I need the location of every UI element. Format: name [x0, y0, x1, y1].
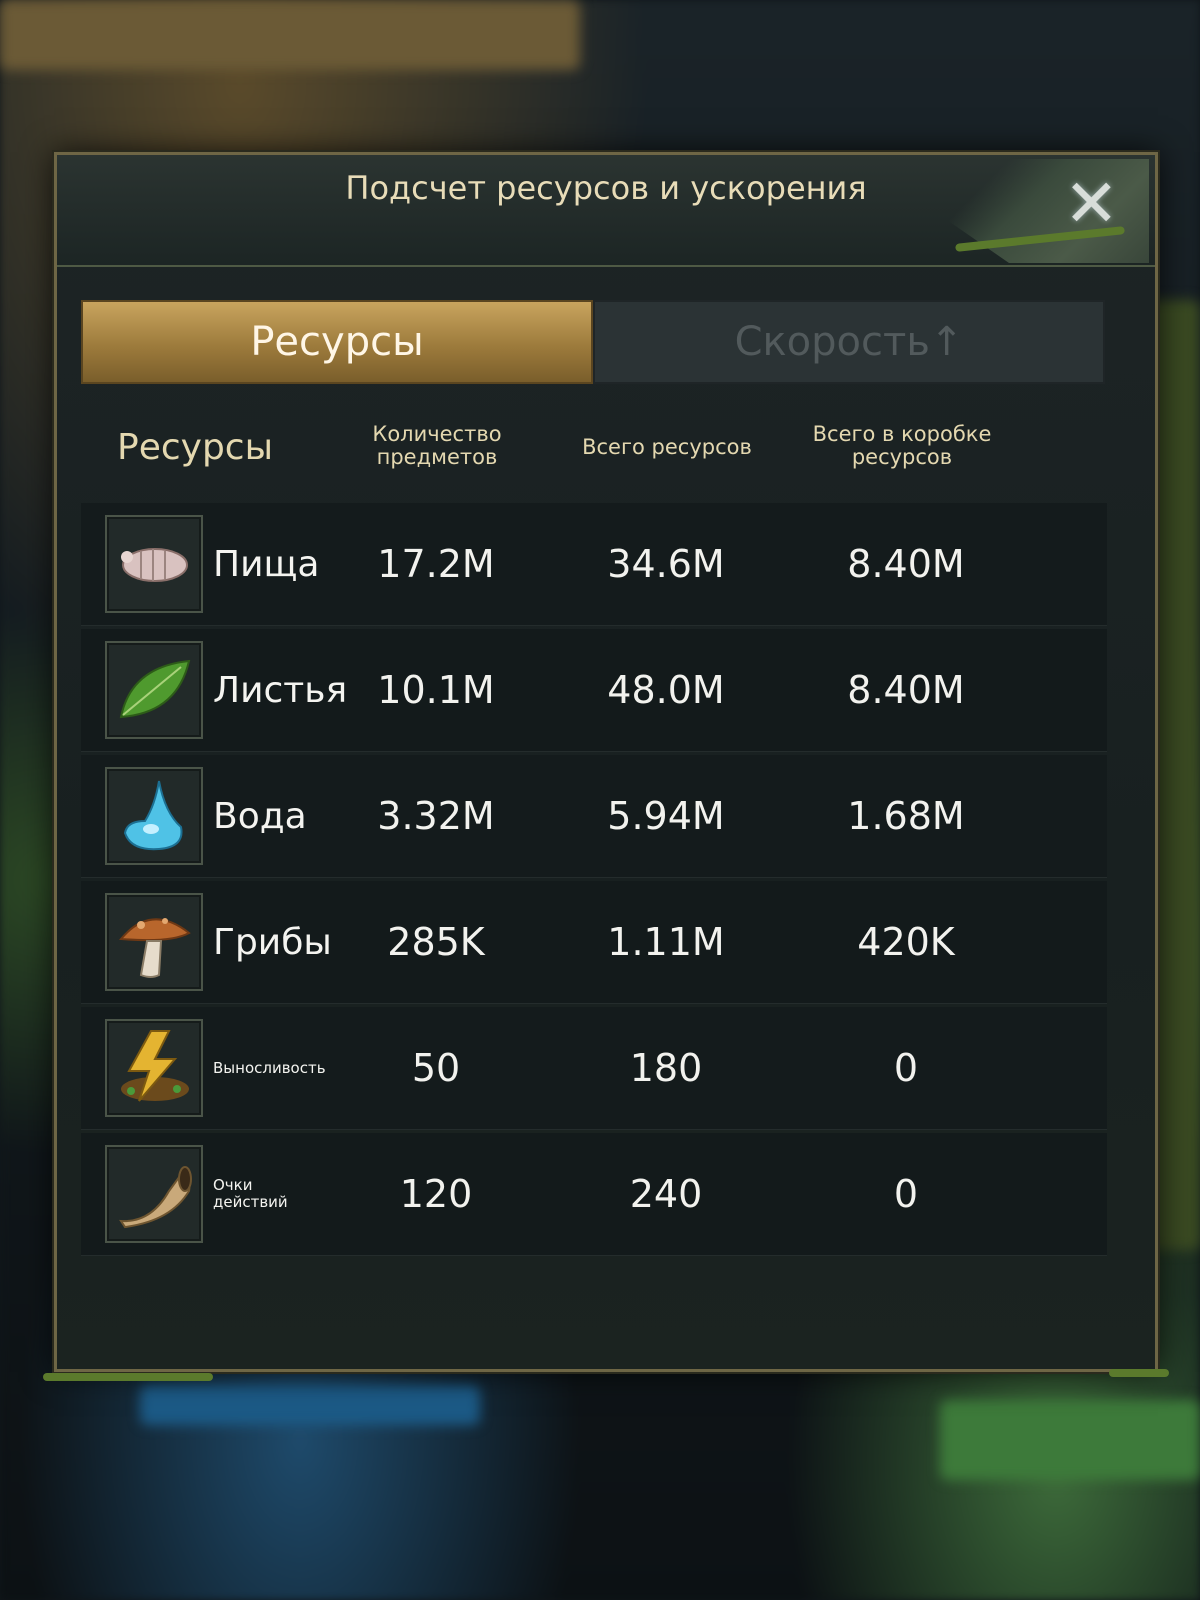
- total-resources-value: 5.94M: [607, 794, 725, 838]
- item-count-value: 17.2M: [377, 542, 495, 586]
- resource-name: Выносливость: [213, 1058, 326, 1077]
- food-grub-icon: [121, 548, 188, 582]
- total-resources-value: 48.0M: [607, 668, 725, 712]
- item-count-value: 3.32M: [377, 794, 495, 838]
- resource-summary-dialog: Подсчет ресурсов и ускорения ✕ Ресурсы С…: [43, 152, 1169, 1381]
- box-total-value: 1.68M: [847, 794, 965, 838]
- box-total-value: 420K: [857, 920, 955, 964]
- background-bar: [940, 1400, 1200, 1480]
- table-row: Листья 10.1M 48.0M 8.40M: [81, 629, 1107, 752]
- column-header-total-resources: Всего ресурсов: [582, 435, 752, 459]
- row-icon-frame: [105, 515, 203, 613]
- table-row: Очки действий 120 240 0: [81, 1133, 1107, 1256]
- box-total-value: 0: [893, 1172, 919, 1216]
- item-count-value: 50: [411, 1046, 461, 1090]
- dialog-header: Подсчет ресурсов и ускорения ✕: [57, 155, 1155, 267]
- dialog-title: Подсчет ресурсов и ускорения: [345, 169, 867, 207]
- total-resources-value: 240: [629, 1172, 703, 1216]
- table-row: Выносливость 50 180 0: [81, 1007, 1107, 1130]
- table-row: Пища 17.2M 34.6M 8.40M: [81, 503, 1107, 626]
- row-icon-frame: [105, 1019, 203, 1117]
- water-drop-icon: [123, 780, 183, 851]
- resource-name: Очки действий: [213, 1176, 288, 1211]
- horn-icon: [119, 1166, 192, 1229]
- resource-name: Листья: [213, 669, 348, 711]
- table-row: Вода 3.32M 5.94M 1.68M: [81, 755, 1107, 878]
- item-count-value: 285K: [387, 920, 485, 964]
- resource-name: Пища: [213, 543, 320, 585]
- vine-decoration: [1109, 1369, 1169, 1377]
- row-icon-frame: [105, 1145, 203, 1243]
- total-resources-value: 1.11M: [607, 920, 725, 964]
- resource-name: Вода: [213, 795, 307, 837]
- resource-name: Грибы: [213, 921, 332, 963]
- total-resources-value: 180: [629, 1046, 703, 1090]
- box-total-value: 0: [893, 1046, 919, 1090]
- row-icon-frame: [105, 641, 203, 739]
- column-header-total-in-box: Всего в коробке ресурсов: [812, 422, 992, 469]
- vine-decoration: [43, 1373, 213, 1381]
- box-total-value: 8.40M: [847, 668, 965, 712]
- item-count-value: 120: [399, 1172, 473, 1216]
- background-bar: [0, 0, 580, 70]
- item-count-value: 10.1M: [377, 668, 495, 712]
- box-total-value: 8.40M: [847, 542, 965, 586]
- resource-table: Пища 17.2M 34.6M 8.40M Листья 10.1M 48.0…: [81, 503, 1107, 1259]
- stamina-lightning-icon: [121, 1030, 189, 1102]
- column-header-item-count: Количество предметов: [372, 422, 502, 469]
- table-row: Грибы 285K 1.11M 420K: [81, 881, 1107, 1004]
- leaf-icon: [119, 659, 191, 719]
- column-header-resource: Ресурсы: [117, 427, 274, 468]
- row-icon-frame: [105, 893, 203, 991]
- total-resources-value: 34.6M: [607, 542, 725, 586]
- tab-speed[interactable]: Скорость↑: [593, 300, 1105, 384]
- background-bar: [140, 1385, 480, 1425]
- tab-bar: Ресурсы Скорость↑: [81, 300, 1105, 384]
- row-icon-frame: [105, 767, 203, 865]
- tab-resources[interactable]: Ресурсы: [81, 300, 593, 384]
- mushroom-icon: [118, 918, 191, 978]
